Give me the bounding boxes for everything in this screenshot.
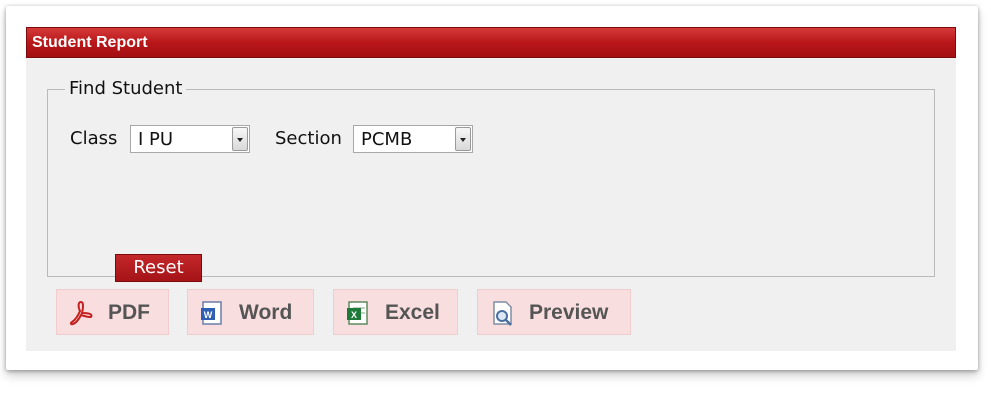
preview-icon — [493, 301, 512, 326]
export-word-label: Word — [239, 301, 293, 324]
section-select-value: PCMB — [361, 129, 413, 150]
chevron-down-icon[interactable] — [455, 127, 471, 151]
section-label: Section — [275, 128, 342, 149]
export-pdf-button[interactable]: PDF — [56, 289, 169, 335]
export-preview-label: Preview — [529, 301, 609, 324]
panel-title-bar: Student Report — [26, 27, 956, 58]
find-student-fieldset: Find Student Class I PU Section PCMB Res… — [47, 79, 935, 282]
svg-text:X: X — [351, 310, 357, 320]
export-preview-button[interactable]: Preview — [477, 289, 631, 335]
chevron-down-icon[interactable] — [232, 127, 248, 151]
class-select[interactable]: I PU — [130, 125, 250, 153]
svg-text:W: W — [204, 310, 213, 320]
pdf-icon — [69, 300, 93, 326]
export-excel-label: Excel — [385, 301, 440, 324]
reset-button[interactable]: Reset — [115, 254, 202, 282]
export-word-button[interactable]: W Word — [187, 289, 314, 335]
section-select[interactable]: PCMB — [353, 125, 473, 153]
student-report-panel: Student Report Find Student Class I PU S… — [26, 27, 956, 351]
export-pdf-label: PDF — [108, 301, 150, 324]
class-label: Class — [70, 128, 118, 149]
export-excel-button[interactable]: X Excel — [333, 289, 458, 335]
excel-icon: X — [347, 301, 368, 325]
word-icon: W — [201, 301, 222, 325]
class-select-value: I PU — [138, 129, 174, 150]
panel-title: Student Report — [32, 34, 148, 51]
report-card: Student Report Find Student Class I PU S… — [6, 6, 978, 370]
find-student-legend: Find Student — [65, 79, 187, 99]
